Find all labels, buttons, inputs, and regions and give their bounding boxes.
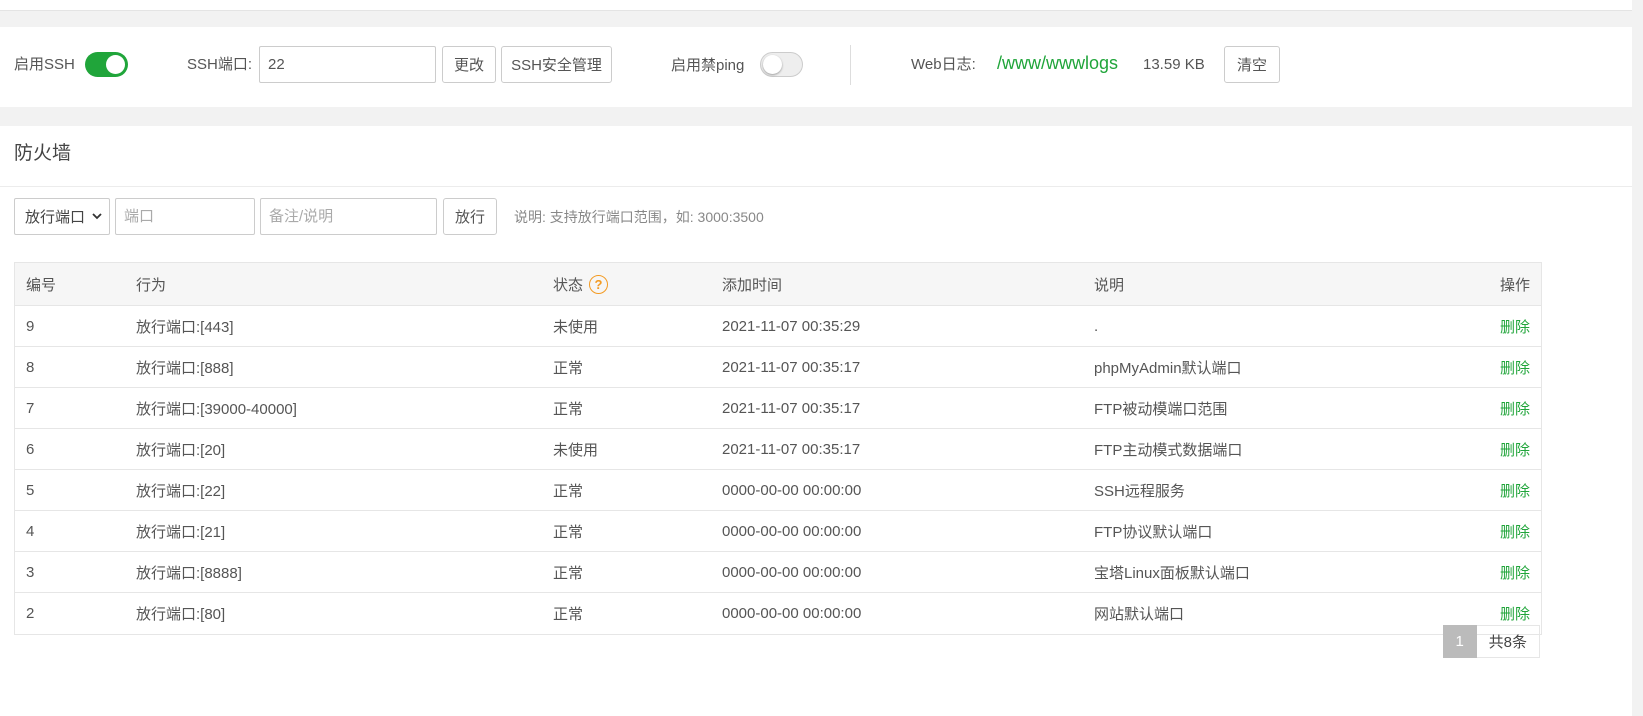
ssh-security-button[interactable]: SSH安全管理	[501, 46, 612, 83]
total-count: 共8条	[1476, 625, 1540, 658]
row-time: 0000-00-00 00:00:00	[722, 522, 862, 540]
ssh-enable-label: 启用SSH	[14, 56, 75, 73]
row-action: 放行端口:[443]	[136, 318, 234, 336]
table-row: 6 放行端口:[20] 未使用 2021-11-07 00:35:17 FTP主…	[15, 429, 1541, 470]
bar-divider	[850, 45, 851, 85]
col-status-label: 状态	[553, 276, 584, 294]
question-mark-icon[interactable]: ?	[589, 274, 609, 294]
change-port-button[interactable]: 更改	[442, 46, 496, 83]
row-id: 4	[26, 522, 35, 540]
ping-block-label: 启用禁ping	[671, 57, 745, 74]
delete-rule-link[interactable]: 删除	[1500, 470, 1530, 510]
row-desc: FTP协议默认端口	[1094, 523, 1213, 541]
col-action: 行为	[136, 276, 167, 294]
row-status: 正常	[553, 564, 584, 582]
row-action: 放行端口:[21]	[136, 523, 226, 541]
ping-toggle-knob	[763, 55, 782, 74]
table-row: 4 放行端口:[21] 正常 0000-00-00 00:00:00 FTP协议…	[15, 511, 1541, 552]
weblog-path-link[interactable]: /www/wwwlogs	[997, 53, 1118, 73]
firewall-rules-table: 编号 行为 状态 ? 添加时间 说明 操作 9 放行端口:[443] 未使用 2…	[14, 262, 1542, 635]
row-action: 放行端口:[888]	[136, 359, 234, 377]
ssh-port-input[interactable]	[259, 46, 436, 83]
port-range-hint: 说明: 支持放行端口范围，如: 3000:3500	[514, 209, 764, 225]
delete-rule-link[interactable]: 删除	[1500, 306, 1530, 346]
row-action: 放行端口:[8888]	[136, 564, 242, 582]
weblog-label: Web日志:	[911, 56, 976, 73]
table-row: 7 放行端口:[39000-40000] 正常 2021-11-07 00:35…	[15, 388, 1541, 429]
row-time: 2021-11-07 00:35:17	[722, 440, 861, 458]
row-desc: FTP被动模端口范围	[1094, 400, 1228, 418]
row-id: 6	[26, 440, 35, 458]
row-time: 0000-00-00 00:00:00	[722, 563, 862, 581]
firewall-panel: 防火墙 放行端口 放行 说明: 支持放行端口范围，如: 3000:3500 编号…	[0, 126, 1632, 716]
row-status: 正常	[553, 523, 584, 541]
row-status: 未使用	[553, 441, 599, 459]
row-status: 正常	[553, 359, 584, 377]
row-desc: FTP主动模式数据端口	[1094, 441, 1243, 459]
delete-rule-link[interactable]: 删除	[1500, 552, 1530, 592]
col-op: 操作	[1499, 276, 1530, 294]
row-id: 2	[26, 605, 35, 622]
table-row: 9 放行端口:[443] 未使用 2021-11-07 00:35:29 . 删…	[15, 306, 1541, 347]
row-action: 放行端口:[80]	[136, 606, 226, 623]
row-time: 0000-00-00 00:00:00	[722, 605, 862, 622]
page-1-button[interactable]: 1	[1442, 625, 1477, 658]
ssh-port-label: SSH端口:	[187, 56, 253, 73]
delete-rule-link[interactable]: 删除	[1500, 429, 1530, 469]
table-row: 2 放行端口:[80] 正常 0000-00-00 00:00:00 网站默认端…	[15, 593, 1541, 634]
row-id: 8	[26, 358, 35, 376]
firewall-title: 防火墙	[14, 143, 72, 164]
rule-type-value: 放行端口	[25, 209, 86, 226]
col-status: 状态 ?	[553, 263, 609, 305]
weblog-size: 13.59 KB	[1143, 56, 1205, 73]
table-header: 编号 行为 状态 ? 添加时间 说明 操作	[15, 263, 1541, 306]
row-id: 5	[26, 481, 35, 499]
row-desc: 网站默认端口	[1094, 606, 1185, 623]
delete-rule-link[interactable]: 删除	[1500, 511, 1530, 551]
row-status: 正常	[553, 400, 584, 418]
clear-log-button[interactable]: 清空	[1224, 46, 1280, 83]
col-id: 编号	[26, 276, 57, 294]
row-action: 放行端口:[39000-40000]	[136, 400, 297, 418]
row-time: 2021-11-07 00:35:17	[722, 358, 861, 376]
ssh-toggle[interactable]	[85, 52, 128, 77]
col-desc: 说明	[1094, 276, 1125, 294]
row-id: 3	[26, 563, 35, 581]
row-status: 正常	[553, 606, 584, 623]
table-row: 8 放行端口:[888] 正常 2021-11-07 00:35:17 phpM…	[15, 347, 1541, 388]
ping-block-toggle[interactable]	[760, 52, 803, 77]
col-time: 添加时间	[722, 276, 783, 294]
row-time: 2021-11-07 00:35:17	[722, 399, 861, 417]
allow-port-button[interactable]: 放行	[443, 198, 497, 235]
row-id: 9	[26, 317, 35, 335]
top-panel-edge	[0, 0, 1632, 11]
firewall-title-divider	[0, 186, 1632, 187]
row-time: 2021-11-07 00:35:29	[722, 317, 861, 335]
row-time: 0000-00-00 00:00:00	[722, 481, 862, 499]
row-desc: 宝塔Linux面板默认端口	[1094, 564, 1250, 582]
delete-rule-link[interactable]: 删除	[1500, 347, 1530, 387]
row-id: 7	[26, 399, 35, 417]
row-status: 未使用	[553, 318, 599, 336]
rule-type-select[interactable]: 放行端口	[14, 198, 110, 235]
table-row: 5 放行端口:[22] 正常 0000-00-00 00:00:00 SSH远程…	[15, 470, 1541, 511]
row-desc: .	[1094, 317, 1099, 335]
ssh-toggle-knob	[106, 55, 125, 74]
pagination: 1 共8条	[1442, 625, 1540, 658]
row-action: 放行端口:[22]	[136, 482, 226, 500]
row-status: 正常	[553, 482, 584, 500]
delete-rule-link[interactable]: 删除	[1500, 388, 1530, 428]
note-input[interactable]	[260, 198, 437, 235]
table-row: 3 放行端口:[8888] 正常 0000-00-00 00:00:00 宝塔L…	[15, 552, 1541, 593]
row-action: 放行端口:[20]	[136, 441, 226, 459]
port-input[interactable]	[115, 198, 255, 235]
row-desc: phpMyAdmin默认端口	[1094, 359, 1242, 377]
chevron-down-icon	[92, 213, 102, 220]
ssh-settings-bar: 启用SSH SSH端口: 更改 SSH安全管理 启用禁ping Web日志: /…	[0, 27, 1632, 107]
row-desc: SSH远程服务	[1094, 482, 1185, 500]
